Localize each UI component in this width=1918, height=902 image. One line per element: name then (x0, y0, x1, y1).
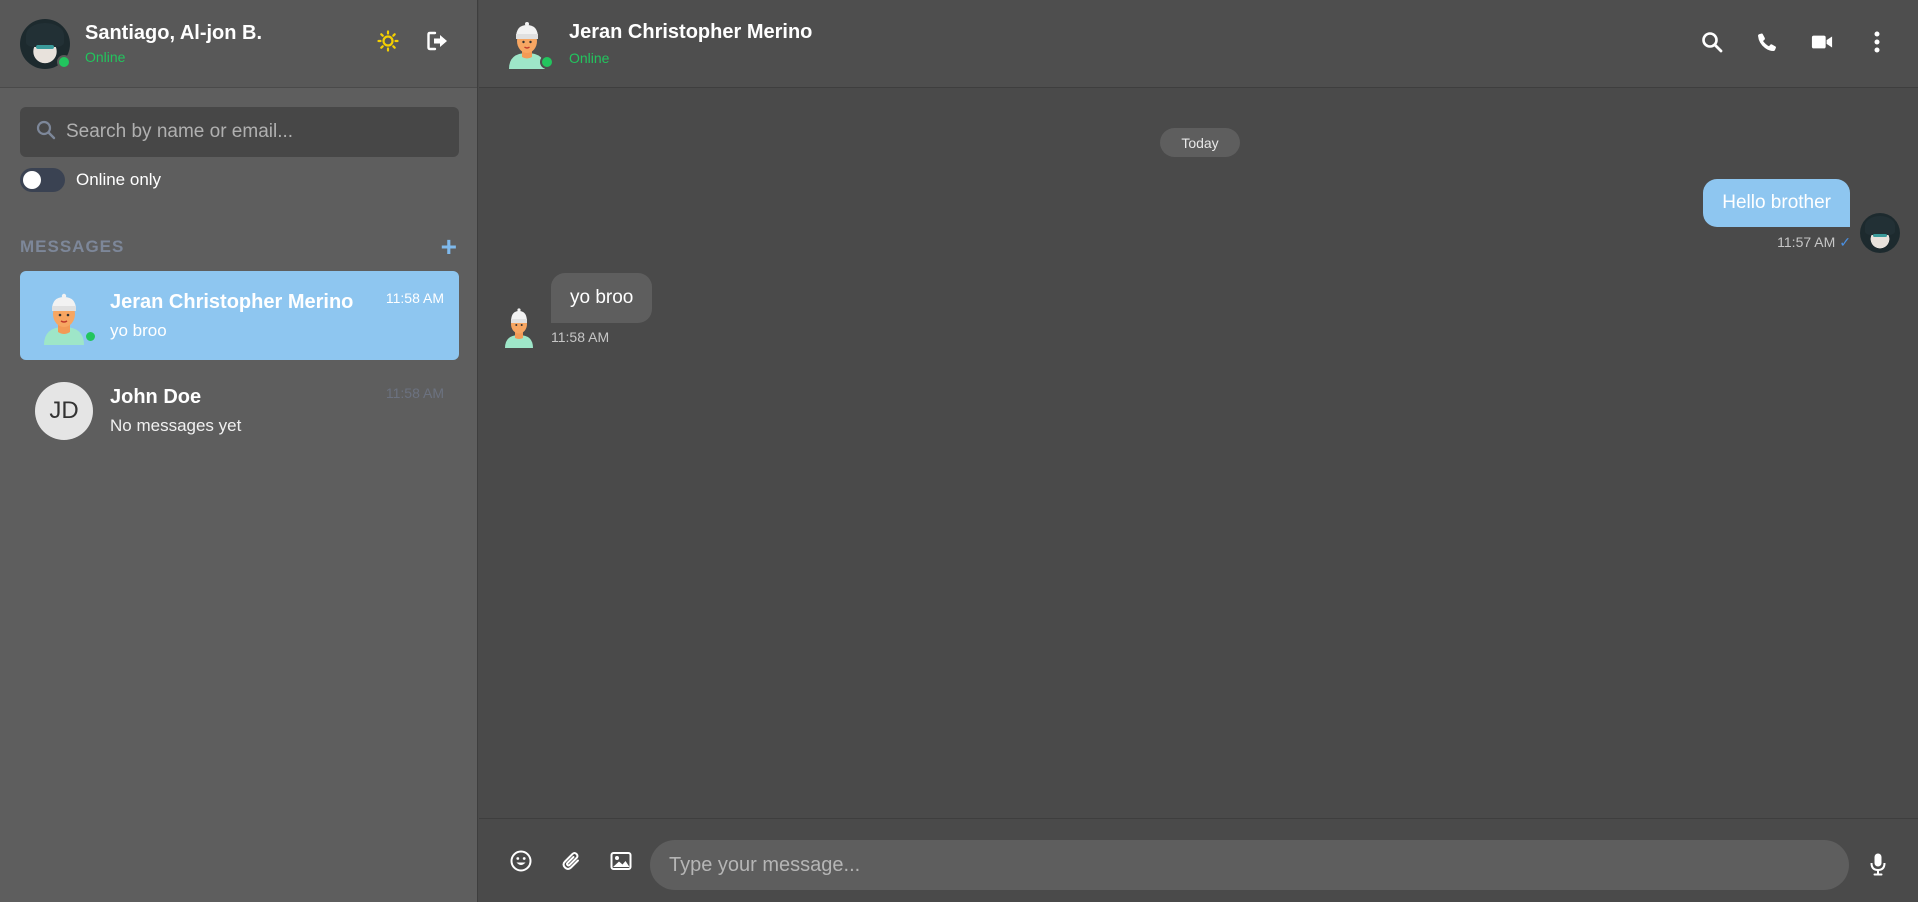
search-box (20, 107, 459, 157)
date-divider: Today (1160, 128, 1240, 157)
messages-section-header: MESSAGES + (20, 233, 459, 261)
current-user-name: Santiago, Al-jon B. (85, 22, 263, 44)
sidebar: Santiago, Al-jon B. Online Search by nam… (0, 0, 478, 902)
chat-item-preview: yo broo (110, 320, 167, 340)
video-icon[interactable] (1811, 31, 1833, 53)
contact-avatar-small (503, 306, 535, 348)
sidebar-header: Santiago, Al-jon B. Online (0, 0, 477, 88)
message-input[interactable] (669, 853, 1819, 877)
chat-list-item[interactable]: JD John Doe No messages yet 11:58 AM (20, 366, 459, 455)
contact-avatar[interactable] (504, 19, 554, 69)
contact-initials: JD (35, 381, 93, 440)
outgoing-message-meta: 11:57 AM ✓ (1777, 234, 1851, 251)
search-icon (36, 120, 56, 145)
message-time: 11:58 AM (551, 329, 610, 345)
messages-section-title: MESSAGES (20, 237, 125, 256)
contact-name: Jeran Christopher Merino (569, 21, 813, 43)
microphone-icon[interactable] (1868, 852, 1888, 876)
contact-status: Online (569, 50, 610, 66)
phone-icon[interactable] (1756, 31, 1778, 53)
conversation-header: Jeran Christopher Merino Online (479, 0, 1918, 88)
online-only-filter: Online only (20, 168, 161, 192)
chat-item-preview: No messages yet (110, 415, 242, 435)
chat-item-time: 11:58 AM (385, 385, 444, 401)
message-time: 11:57 AM (1777, 234, 1836, 250)
sender-avatar (1860, 213, 1900, 253)
image-icon[interactable] (609, 849, 633, 873)
emoji-icon[interactable] (509, 849, 533, 873)
current-user-avatar[interactable] (20, 18, 71, 69)
chat-list-item[interactable]: Jeran Christopher Merino yo broo 11:58 A… (20, 271, 459, 360)
online-indicator (57, 54, 71, 69)
outgoing-message-bubble: Hello brother (1703, 179, 1850, 227)
message-input-box (650, 840, 1849, 890)
online-only-label: Online only (76, 170, 162, 189)
plus-icon[interactable]: + (441, 233, 457, 261)
message-composer (479, 818, 1918, 902)
online-indicator (540, 54, 554, 69)
search-input[interactable] (66, 121, 446, 143)
search-icon[interactable] (1701, 31, 1723, 53)
paperclip-icon[interactable] (559, 849, 583, 873)
current-user-status: Online (85, 49, 126, 65)
sun-icon[interactable] (377, 30, 399, 52)
incoming-message-bubble: yo broo (551, 273, 653, 323)
contact-avatar: JD (35, 381, 93, 440)
chat-item-name: John Doe (110, 385, 202, 408)
read-check-icon: ✓ (1839, 234, 1851, 250)
chat-item-name: Jeran Christopher Merino (110, 290, 354, 313)
conversation-panel: Jeran Christopher Merino Online Today He… (479, 0, 1918, 902)
online-indicator (84, 329, 97, 343)
contact-avatar (35, 287, 97, 345)
logout-icon[interactable] (427, 30, 449, 52)
online-only-toggle[interactable] (20, 168, 65, 192)
chat-item-time: 11:58 AM (385, 290, 444, 306)
more-icon[interactable] (1866, 31, 1888, 53)
